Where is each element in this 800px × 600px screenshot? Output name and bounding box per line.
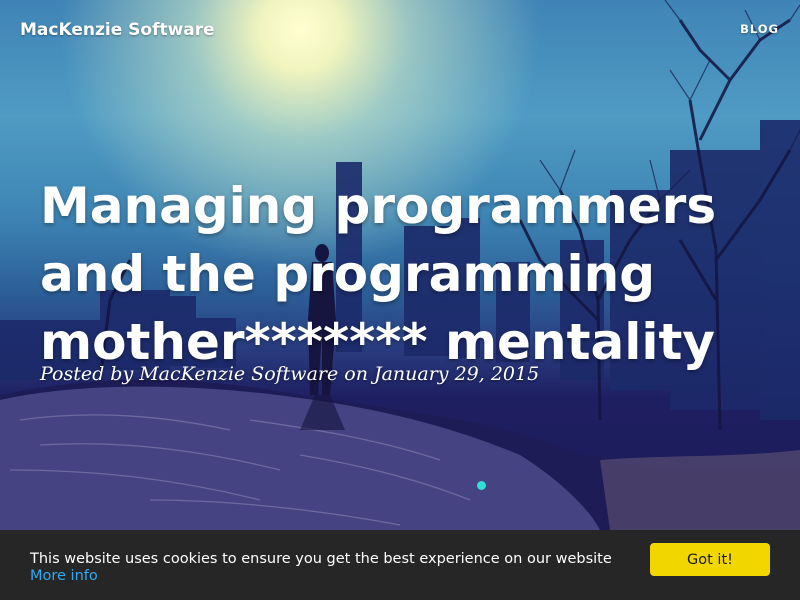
got-it-button[interactable]: Got it! xyxy=(650,543,770,576)
nav-blog-link[interactable]: BLOG xyxy=(740,22,779,36)
cookie-message: This website uses cookies to ensure you … xyxy=(30,551,630,585)
post-title: Managing programmers and the programming… xyxy=(40,177,717,371)
cookie-banner: This website uses cookies to ensure you … xyxy=(0,530,800,600)
post-meta: Posted by MacKenzie Software on January … xyxy=(40,363,540,385)
more-info-link[interactable]: More info xyxy=(30,568,98,584)
accent-dot xyxy=(477,481,486,490)
site-brand[interactable]: MacKenzie Software xyxy=(20,20,215,40)
cookie-message-text: This website uses cookies to ensure you … xyxy=(30,551,612,567)
